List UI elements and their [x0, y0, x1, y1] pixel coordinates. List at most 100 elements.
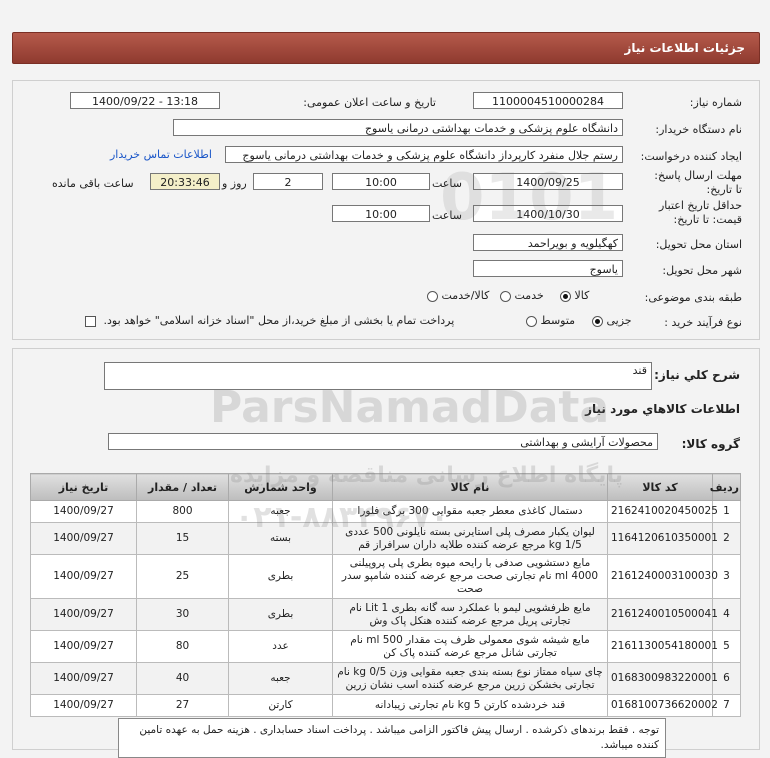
cell-item-code: 0168100736620002	[607, 694, 718, 717]
col-header-unit: واحد شمارش	[228, 473, 333, 501]
delivery-province-label: استان محل تحویل:	[655, 238, 742, 251]
remaining-time-label: ساعت باقی مانده	[52, 177, 134, 190]
delivery-city-label: شهر محل تحویل:	[662, 264, 742, 277]
cell-need-date: 1400/09/27	[30, 662, 137, 695]
cell-quantity: 25	[136, 554, 229, 599]
goods-info-title: اطلاعات کالاهاي مورد نياز	[585, 402, 740, 416]
cell-item-name: مایع شیشه شوی معمولی ظرف پت مقدار 500 ml…	[332, 630, 608, 663]
buyer-org-label: نام دستگاه خریدار:	[655, 123, 742, 136]
col-header-quantity: تعداد / مقدار	[136, 473, 229, 501]
treasury-payment-text: پرداخت تمام یا بخشی از مبلغ خرید،از محل …	[103, 314, 455, 327]
category-option-service-text: خدمت	[514, 289, 544, 302]
category-option-service[interactable]: خدمت	[500, 289, 544, 302]
category-option-goods-text: کالا	[574, 289, 590, 302]
buyer-note-text: توجه . فقط برندهای ذکرشده . ارسال پیش فا…	[139, 724, 659, 751]
cell-item-name: دستمال کاغذی معطر جعبه مقوایی 300 برگی ف…	[332, 500, 608, 523]
remaining-time-field: 20:33:46	[150, 173, 220, 190]
cell-item-name: مایع دستشویی صدفی با رایحه میوه بطری پلی…	[332, 554, 608, 599]
category-option-goods[interactable]: کالا	[560, 289, 589, 302]
goods-group-label: گروه کالا:	[681, 437, 740, 451]
cell-unit: عدد	[228, 630, 333, 663]
request-creator-label: ایجاد کننده درخواست:	[640, 150, 742, 163]
radio-selected-icon[interactable]	[560, 290, 571, 302]
cell-item-code: 2162410020450025	[607, 500, 718, 523]
cell-item-name: قند خردشده کارتن 5 kg نام تجارتی زیبادان…	[332, 694, 608, 717]
cell-need-date: 1400/09/27	[30, 554, 137, 599]
cell-item-code: 0168300983220001	[607, 662, 718, 695]
cell-unit: جعبه	[228, 500, 333, 523]
cell-item-code: 2161240010500041	[607, 598, 718, 631]
cell-need-date: 1400/09/27	[30, 500, 137, 523]
cell-quantity: 30	[136, 598, 229, 631]
treasury-payment-option[interactable]: پرداخت تمام یا بخشی از مبلغ خرید،از محل …	[85, 314, 454, 327]
col-header-row-number: ردیف	[710, 473, 741, 501]
announce-datetime-field: 1400/09/22 - 13:18	[70, 92, 220, 109]
reply-time-field: 10:00	[332, 173, 430, 190]
cell-need-date: 1400/09/27	[30, 630, 137, 663]
table-header-row: ردیف کد کالا نام کالا واحد شمارش تعداد /…	[30, 473, 741, 501]
remaining-days-field: 2	[253, 173, 323, 190]
category-label: طبقه بندی موضوعی:	[644, 291, 742, 304]
cell-unit: بسته	[228, 522, 333, 555]
table-row: 4 2161240010500041 مایع ظرفشویی لیمو با …	[30, 598, 741, 631]
radio-empty-icon[interactable]	[526, 315, 537, 327]
process-option-minor[interactable]: جزیی	[592, 314, 632, 327]
page-header: جزئیات اطلاعات نیاز	[12, 32, 760, 64]
cell-unit: جعبه	[228, 662, 333, 695]
buyer-note-box: توجه . فقط برندهای ذکرشده . ارسال پیش فا…	[118, 718, 666, 758]
cell-item-code: 2161240003100030	[607, 554, 718, 599]
goods-table: ردیف کد کالا نام کالا واحد شمارش تعداد /…	[30, 473, 741, 717]
radio-selected-icon[interactable]	[592, 315, 603, 327]
process-option-medium[interactable]: متوسط	[526, 314, 575, 327]
summary-field: قند	[104, 362, 652, 390]
cell-quantity: 15	[136, 522, 229, 555]
cell-item-code: 1164120610350001	[607, 522, 718, 555]
table-row: 3 2161240003100030 مایع دستشویی صدفی با …	[30, 554, 741, 599]
cell-unit: بطری	[228, 598, 333, 631]
table-row: 6 0168300983220001 چای سیاه ممتاز نوع بس…	[30, 662, 741, 695]
checkbox-icon[interactable]	[85, 315, 96, 327]
reply-deadline-label: مهلت ارسال پاسخ: تا تاریخ:	[654, 169, 742, 196]
cell-need-date: 1400/09/27	[30, 598, 137, 631]
cell-quantity: 27	[136, 694, 229, 717]
validity-time-field: 10:00	[332, 205, 430, 222]
table-row: 2 1164120610350001 لیوان یکبار مصرف پلی …	[30, 522, 741, 555]
cell-quantity: 800	[136, 500, 229, 523]
summary-label: شرح کلي نياز:	[654, 368, 740, 382]
category-option-goods-service-text: کالا/خدمت	[441, 289, 490, 302]
process-option-medium-text: متوسط	[540, 314, 576, 327]
table-row: 7 0168100736620002 قند خردشده کارتن 5 kg…	[30, 694, 741, 717]
cell-quantity: 40	[136, 662, 229, 695]
buyer-contact-link[interactable]: اطلاعات تماس خریدار	[110, 148, 212, 161]
cell-need-date: 1400/09/27	[30, 522, 137, 555]
table-row: 5 2161130054180001 مایع شیشه شوی معمولی …	[30, 630, 741, 663]
cell-item-name: چای سیاه ممتاز نوع بسته بندی جعبه مقوایی…	[332, 662, 608, 695]
cell-unit: بطری	[228, 554, 333, 599]
need-number-label: شماره نیاز:	[689, 96, 742, 109]
days-and-label: روز و	[222, 177, 247, 190]
page-title: جزئیات اطلاعات نیاز	[624, 41, 745, 55]
table-row: 1 2162410020450025 دستمال کاغذی معطر جعب…	[30, 500, 741, 523]
delivery-province-field: کهگیلویه و بویراحمد	[473, 234, 623, 251]
process-option-minor-text: جزیی	[606, 314, 632, 327]
cell-item-name: لیوان یکبار مصرف پلی استایرنی بسته نایلو…	[332, 522, 608, 555]
cell-item-name: مایع ظرفشویی لیمو با عملکرد سه گانه بطری…	[332, 598, 608, 631]
buyer-org-field: دانشگاه علوم پزشکی و خدمات بهداشتی درمان…	[173, 119, 623, 136]
col-header-item-code: کد کالا	[607, 473, 713, 501]
validity-time-label: ساعت	[432, 209, 462, 222]
col-header-need-date: تاریخ نیاز	[30, 473, 137, 501]
cell-need-date: 1400/09/27	[30, 694, 137, 717]
cell-item-code: 2161130054180001	[607, 630, 718, 663]
cell-unit: کارتن	[228, 694, 333, 717]
delivery-city-field: یاسوج	[473, 260, 623, 277]
category-option-goods-service[interactable]: کالا/خدمت	[427, 289, 489, 302]
goods-group-field: محصولات آرایشی و بهداشتی	[108, 433, 658, 450]
price-validity-label: حداقل تاریخ اعتبار قیمت: تا تاریخ:	[658, 199, 742, 226]
reply-time-label: ساعت	[432, 177, 462, 190]
announce-datetime-label: تاریخ و ساعت اعلان عمومی:	[303, 96, 436, 109]
radio-empty-icon[interactable]	[427, 290, 438, 302]
radio-empty-icon[interactable]	[500, 290, 511, 302]
need-number-field: 1100004510000284	[473, 92, 623, 109]
request-creator-field: رستم جلال منفرد کارپرداز دانشگاه علوم پز…	[225, 146, 623, 163]
reply-date-field: 1400/09/25	[473, 173, 623, 190]
